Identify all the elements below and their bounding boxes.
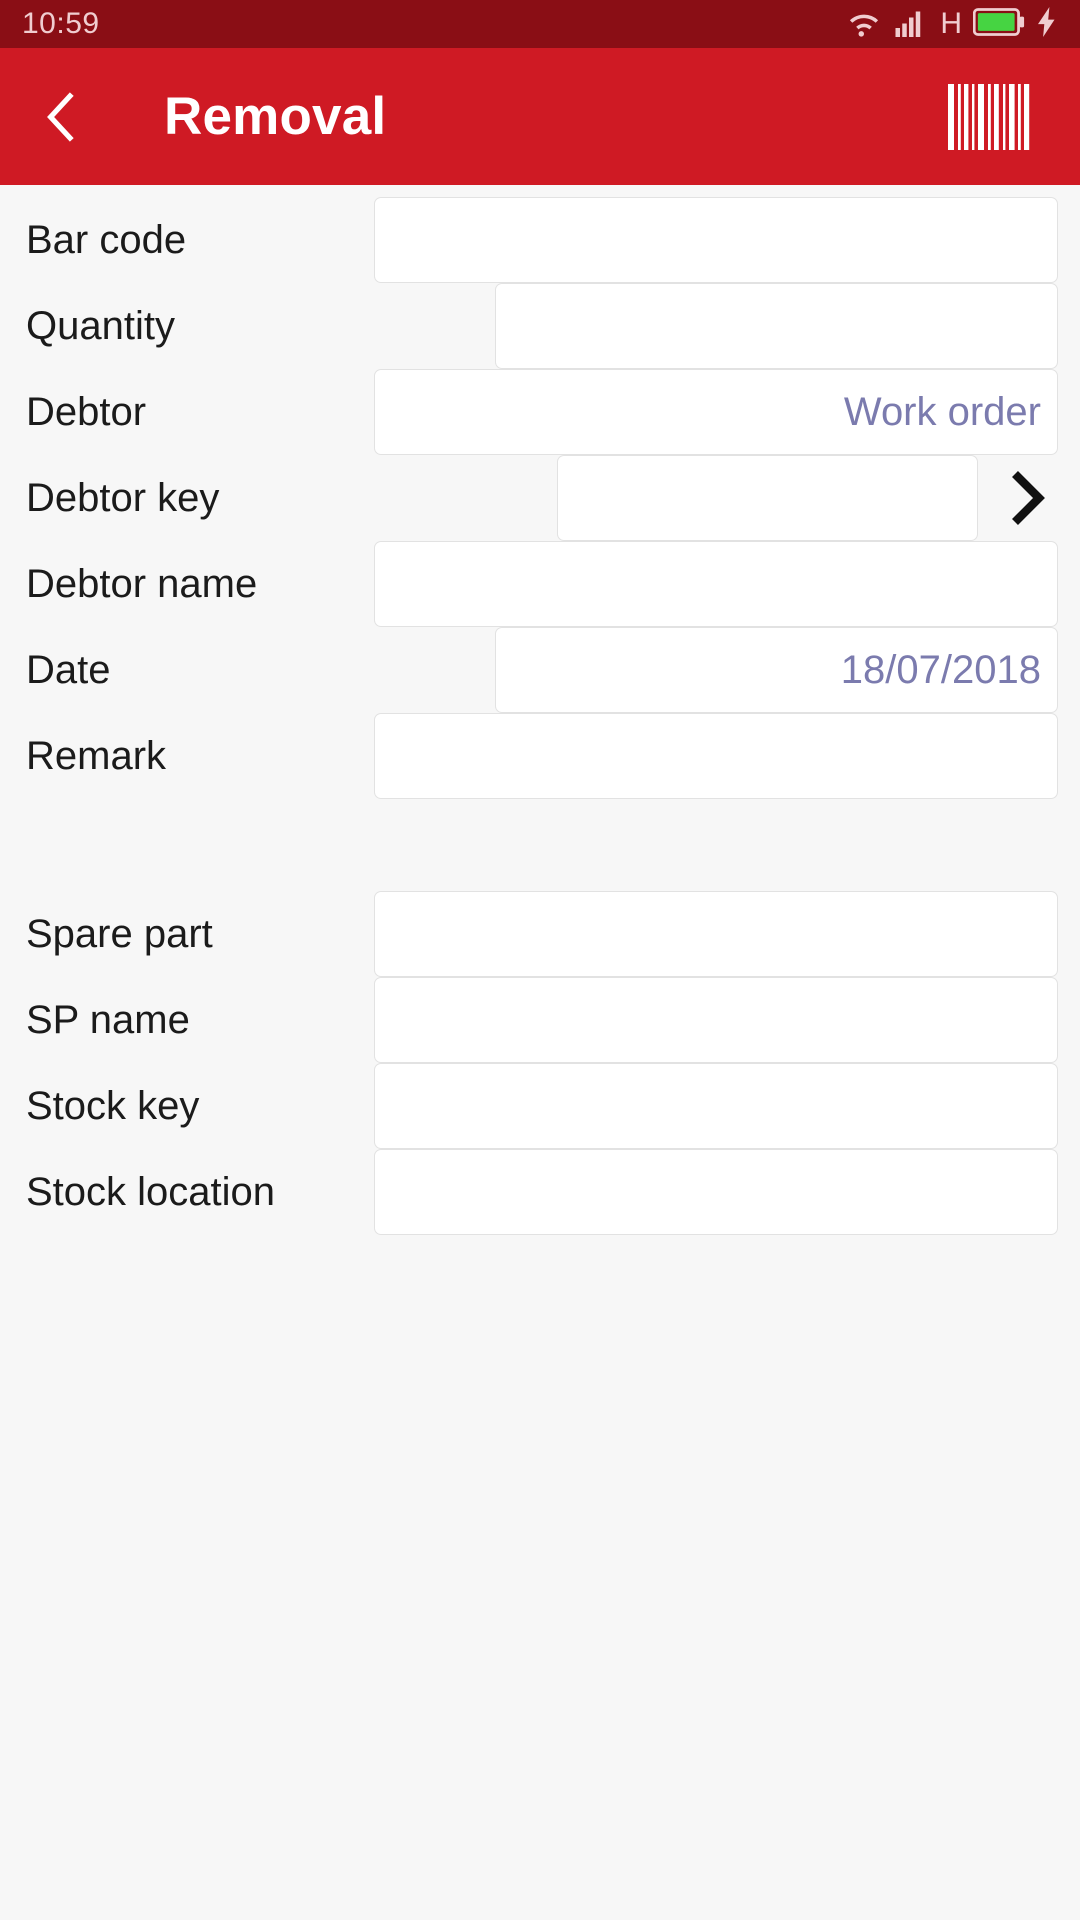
label-bar-code: Bar code	[26, 218, 187, 262]
input-date[interactable]: 18/07/2018	[495, 627, 1058, 713]
barcode-scan-button[interactable]	[944, 82, 1036, 152]
form-row-debtor-key: Debtor key	[0, 455, 1080, 541]
cellular-signal-icon	[895, 7, 929, 42]
network-type-label: H	[940, 7, 962, 40]
field-wrap-debtor-key	[374, 455, 978, 541]
input-remark[interactable]	[374, 713, 1058, 799]
group-divider-space	[0, 799, 1080, 891]
label-debtor-name: Debtor name	[26, 562, 258, 606]
debtor-key-lookup-button[interactable]	[996, 467, 1058, 529]
field-wrap-remark	[374, 713, 1058, 799]
page-title: Removal	[164, 87, 387, 146]
field-wrap-sp-name	[374, 977, 1058, 1063]
arrow-left-icon	[47, 91, 74, 142]
label-sp-name: SP name	[26, 998, 190, 1042]
status-icons: H	[844, 6, 1058, 43]
back-button[interactable]	[40, 78, 118, 156]
input-quantity[interactable]	[495, 283, 1058, 369]
input-debtor-name[interactable]	[374, 541, 1058, 627]
label-remark: Remark	[26, 734, 167, 778]
form-row-quantity: Quantity	[0, 283, 1080, 369]
input-sp-name[interactable]	[374, 977, 1058, 1063]
barcode-scan-icon	[948, 83, 1030, 150]
field-wrap-spare-part	[374, 891, 1058, 977]
form-row-stock-key: Stock key	[0, 1063, 1080, 1149]
form-row-date: Date 18/07/2018	[0, 627, 1080, 713]
label-date: Date	[26, 648, 111, 692]
chevron-right-icon	[1012, 471, 1045, 525]
field-wrap-date: 18/07/2018	[374, 627, 1058, 713]
form-row-remark: Remark	[0, 713, 1080, 799]
label-spare-part: Spare part	[26, 912, 213, 956]
status-time: 10:59	[22, 7, 100, 40]
form-row-debtor-name: Debtor name	[0, 541, 1080, 627]
wifi-icon	[844, 6, 884, 43]
field-wrap-quantity	[374, 283, 1058, 369]
field-wrap-bar-code	[374, 197, 1058, 283]
form-row-spare-part: Spare part	[0, 891, 1080, 977]
form-row-debtor: Debtor Work order	[0, 369, 1080, 455]
form-row-bar-code: Bar code	[0, 197, 1080, 283]
label-stock-key: Stock key	[26, 1084, 200, 1128]
field-wrap-stock-location	[374, 1149, 1058, 1235]
form-row-sp-name: SP name	[0, 977, 1080, 1063]
field-wrap-debtor-name	[374, 541, 1058, 627]
form-group-order: Bar code Quantity Debtor Work order Debt…	[0, 197, 1080, 799]
value-date: 18/07/2018	[840, 648, 1041, 692]
form-content: Bar code Quantity Debtor Work order Debt…	[0, 185, 1080, 1235]
value-debtor: Work order	[843, 390, 1041, 434]
label-debtor: Debtor	[26, 390, 147, 434]
input-bar-code[interactable]	[374, 197, 1058, 283]
form-group-spare-part: Spare part SP name Stock key Stock locat…	[0, 891, 1080, 1235]
status-bar: 10:59 H	[0, 0, 1080, 48]
field-wrap-debtor: Work order	[374, 369, 1058, 455]
label-quantity: Quantity	[26, 304, 175, 348]
field-wrap-stock-key	[374, 1063, 1058, 1149]
form-row-stock-location: Stock location	[0, 1149, 1080, 1235]
input-debtor-key[interactable]	[557, 455, 978, 541]
input-debtor[interactable]: Work order	[374, 369, 1058, 455]
battery-icon	[972, 7, 1025, 41]
label-stock-location: Stock location	[26, 1170, 276, 1214]
input-stock-location[interactable]	[374, 1149, 1058, 1235]
label-debtor-key: Debtor key	[26, 476, 220, 520]
charging-bolt-icon	[1036, 6, 1058, 42]
input-spare-part[interactable]	[374, 891, 1058, 977]
app-bar: Removal	[0, 48, 1080, 185]
input-stock-key[interactable]	[374, 1063, 1058, 1149]
